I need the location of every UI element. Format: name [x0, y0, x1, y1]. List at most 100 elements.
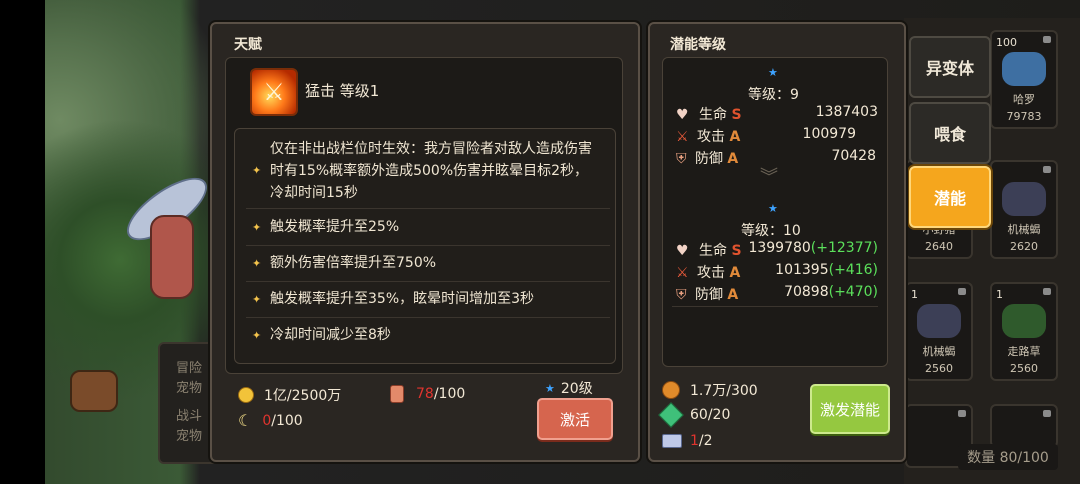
- screen-edge: [0, 0, 45, 484]
- pet-card[interactable]: 1 走路草 2560: [990, 282, 1058, 381]
- lock-icon: [958, 288, 966, 295]
- stat-grade: A: [727, 287, 739, 303]
- lock-icon: [1043, 410, 1051, 417]
- ticket-need: /2: [698, 433, 713, 449]
- gold-coin-icon: [238, 387, 254, 403]
- current-level: 等级：9: [748, 87, 799, 103]
- lock-icon: [958, 410, 966, 417]
- stat-name: 防御: [694, 151, 723, 167]
- crystal-value: 60/20: [690, 407, 731, 423]
- required-level: ★ 20级: [545, 378, 593, 398]
- potion-icon: [390, 385, 404, 403]
- effect-text: 仅在非出战栏位时生效：我方冒险者对敌人造成伤害时有15%概率额外造成500%伤害…: [270, 141, 592, 201]
- pet-art: [917, 304, 961, 338]
- banana-need: /100: [271, 412, 303, 429]
- banana-have: 0: [262, 412, 272, 429]
- pet-art: [1002, 182, 1046, 216]
- stat-row-attack: ⚔ 攻击 A 100979: [676, 126, 878, 146]
- next-level: 等级：10: [741, 223, 801, 239]
- potion-cost: 78/100: [390, 385, 465, 403]
- next-stat-row-attack: ⚔ 攻击 A 101395(+416): [676, 262, 878, 282]
- heart-icon: ♥: [676, 107, 689, 123]
- stat-value: 70428: [831, 148, 876, 164]
- pet-level: 100: [996, 36, 1017, 49]
- stat-value: 1387403: [815, 104, 878, 120]
- required-level-text: 20级: [560, 381, 593, 397]
- pet-name: 走路草: [1007, 345, 1041, 358]
- pet-power: 79783: [1006, 110, 1042, 123]
- slash-skill-icon: ⚔: [250, 68, 298, 116]
- pet-card[interactable]: 机械蝎 2620: [990, 160, 1058, 259]
- pet-name: 哈罗: [1013, 93, 1035, 106]
- ticket-cost: 1/2: [662, 433, 713, 449]
- tab-potential[interactable]: 潜能: [909, 166, 991, 228]
- tab-mutant[interactable]: 异变体: [909, 36, 991, 98]
- sword-icon: ⚔: [676, 265, 689, 281]
- effect-row: ✦ 触发概率提升至35%，眩晕时间增加至3秒: [246, 283, 610, 318]
- divider: [672, 306, 878, 307]
- effect-row: ✦ 额外伤害倍率提升至750%: [246, 247, 610, 282]
- effect-row: ✦ 触发概率提升至25%: [246, 211, 610, 246]
- star-bullet-icon: ✦: [252, 293, 262, 306]
- effect-text: 触发概率提升至25%: [270, 219, 400, 235]
- pet-card[interactable]: [990, 404, 1058, 448]
- shield-icon: ⛨: [676, 151, 687, 167]
- pet-quantity: 数量 80/100: [958, 444, 1058, 470]
- stat-name: 防御: [694, 287, 723, 303]
- effect-row: ✦ 冷却时间减少至8秒: [246, 319, 610, 353]
- stat-value: 70898: [784, 284, 829, 300]
- unleash-potential-button[interactable]: 激发潜能: [810, 384, 890, 434]
- pet-card[interactable]: 100 哈罗 79783: [990, 30, 1058, 129]
- stat-value: 101395: [775, 262, 829, 278]
- stat-name: 攻击: [697, 129, 726, 145]
- pet-level: 1: [996, 288, 1003, 301]
- stat-name: 攻击: [697, 265, 726, 281]
- shield-icon: ⛨: [676, 287, 687, 303]
- potential-title: 潜能等级: [670, 37, 726, 53]
- crystal-icon: [658, 402, 684, 428]
- next-stat-row-defense: ⛨ 防御 A 70898(+470): [676, 284, 878, 304]
- pet-power: 2560: [1010, 362, 1038, 375]
- lock-icon: [1043, 36, 1051, 43]
- gold-value: 1亿/2500万: [264, 388, 342, 404]
- heart-icon: ♥: [676, 243, 689, 259]
- star-bullet-icon: ✦: [252, 164, 262, 177]
- effect-text: 额外伤害倍率提升至750%: [270, 255, 437, 271]
- lock-icon: [1043, 288, 1051, 295]
- ticket-have: 1: [690, 433, 699, 449]
- pet-power: 2640: [925, 240, 953, 253]
- pet-card[interactable]: 1 机械蝎 2560: [905, 282, 973, 381]
- star-bullet-icon: ✦: [252, 329, 262, 342]
- crystal-cost: 60/20: [658, 402, 731, 428]
- seed-icon: [662, 381, 680, 399]
- stat-value: 100979: [802, 126, 856, 142]
- double-chevron-down-icon: ︾: [760, 167, 778, 188]
- tree-stump-sprite: [70, 370, 118, 412]
- ticket-icon: [662, 434, 682, 448]
- stat-grade: S: [731, 107, 742, 123]
- star-icon: ★: [768, 202, 778, 215]
- pet-level: 1: [911, 288, 918, 301]
- lock-icon: [1043, 166, 1051, 173]
- stat-delta: (+470): [828, 284, 878, 300]
- effect-row: ✦ 仅在非出战栏位时生效：我方冒险者对敌人造成伤害时有15%概率额外造成500%…: [246, 134, 610, 209]
- stat-grade: A: [727, 151, 739, 167]
- stat-value: 1399780: [748, 240, 811, 256]
- star-icon: ★: [768, 66, 778, 79]
- activate-button[interactable]: 激活: [537, 398, 613, 440]
- stat-row-defense: ⛨ 防御 A 70428: [676, 148, 878, 168]
- pet-power: 2620: [1010, 240, 1038, 253]
- effect-text: 冷却时间减少至8秒: [270, 327, 391, 343]
- banana-cost: ☾ 0/100: [238, 411, 303, 430]
- stat-grade: A: [729, 129, 741, 145]
- star-bullet-icon: ✦: [252, 221, 262, 234]
- hero-sprite: [150, 215, 194, 299]
- potion-need: /100: [433, 386, 466, 402]
- star-bullet-icon: ✦: [252, 257, 262, 270]
- stat-grade: S: [731, 243, 742, 259]
- tab-feed[interactable]: 喂食: [909, 102, 991, 164]
- banana-icon: ☾: [238, 411, 253, 430]
- talent-title: 天赋: [234, 37, 262, 53]
- pet-power: 2560: [925, 362, 953, 375]
- gold-cost: 1亿/2500万: [238, 385, 341, 405]
